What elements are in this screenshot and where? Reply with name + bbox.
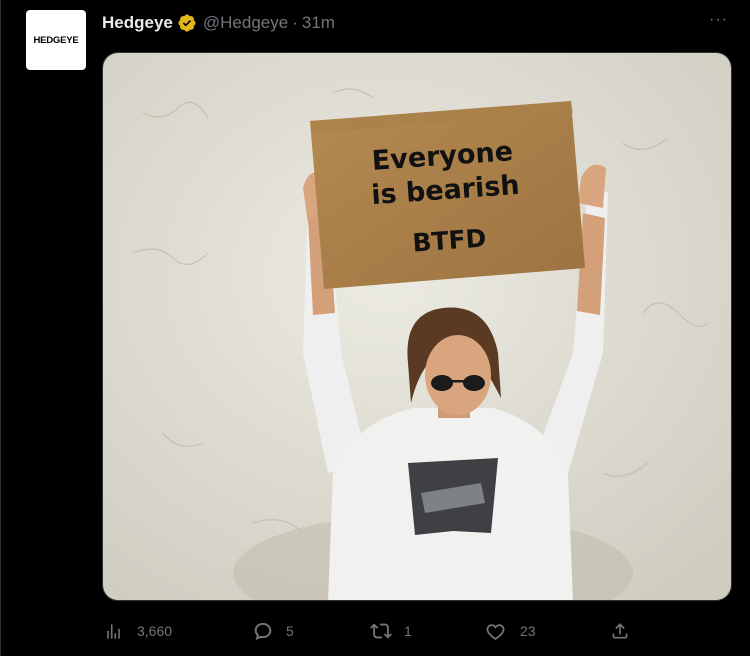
tweet-header: Hedgeye @Hedgeye · 31m: [102, 11, 335, 35]
cardboard-sign: Everyone is bearish BTFD: [310, 101, 585, 289]
reply-icon: [254, 622, 272, 640]
views-icon: [107, 623, 120, 639]
views-button[interactable]: 3,660: [104, 617, 172, 645]
sign-line-3: BTFD: [412, 223, 488, 257]
retweet-button[interactable]: 1: [370, 617, 412, 645]
avatar-logo-text: HEDGEYE: [33, 34, 79, 46]
timestamp[interactable]: 31m: [302, 13, 335, 33]
photo-illustration: Everyone is bearish BTFD: [103, 53, 731, 600]
views-count: 3,660: [137, 623, 173, 639]
tweet[interactable]: HEDGEYE Hedgeye @Hedgeye · 31m ··· Every…: [0, 0, 750, 656]
tweet-actions: 3,660 5 1 23: [102, 617, 732, 645]
reply-count: 5: [286, 623, 294, 639]
share-button[interactable]: [610, 617, 630, 645]
avatar[interactable]: HEDGEYE: [26, 10, 86, 70]
retweet-count: 1: [404, 623, 412, 639]
retweet-icon: [370, 623, 392, 639]
more-icon[interactable]: ···: [709, 12, 728, 28]
handle[interactable]: @Hedgeye: [203, 13, 288, 33]
like-icon: [486, 623, 505, 640]
tweet-media-image[interactable]: Everyone is bearish BTFD: [102, 52, 732, 601]
like-button[interactable]: 23: [485, 617, 536, 645]
separator-dot: ·: [292, 13, 298, 32]
like-count: 23: [520, 623, 536, 639]
verified-icon: [177, 13, 197, 33]
reply-button[interactable]: 5: [252, 617, 294, 645]
share-icon: [612, 623, 628, 639]
display-name[interactable]: Hedgeye: [102, 13, 173, 33]
